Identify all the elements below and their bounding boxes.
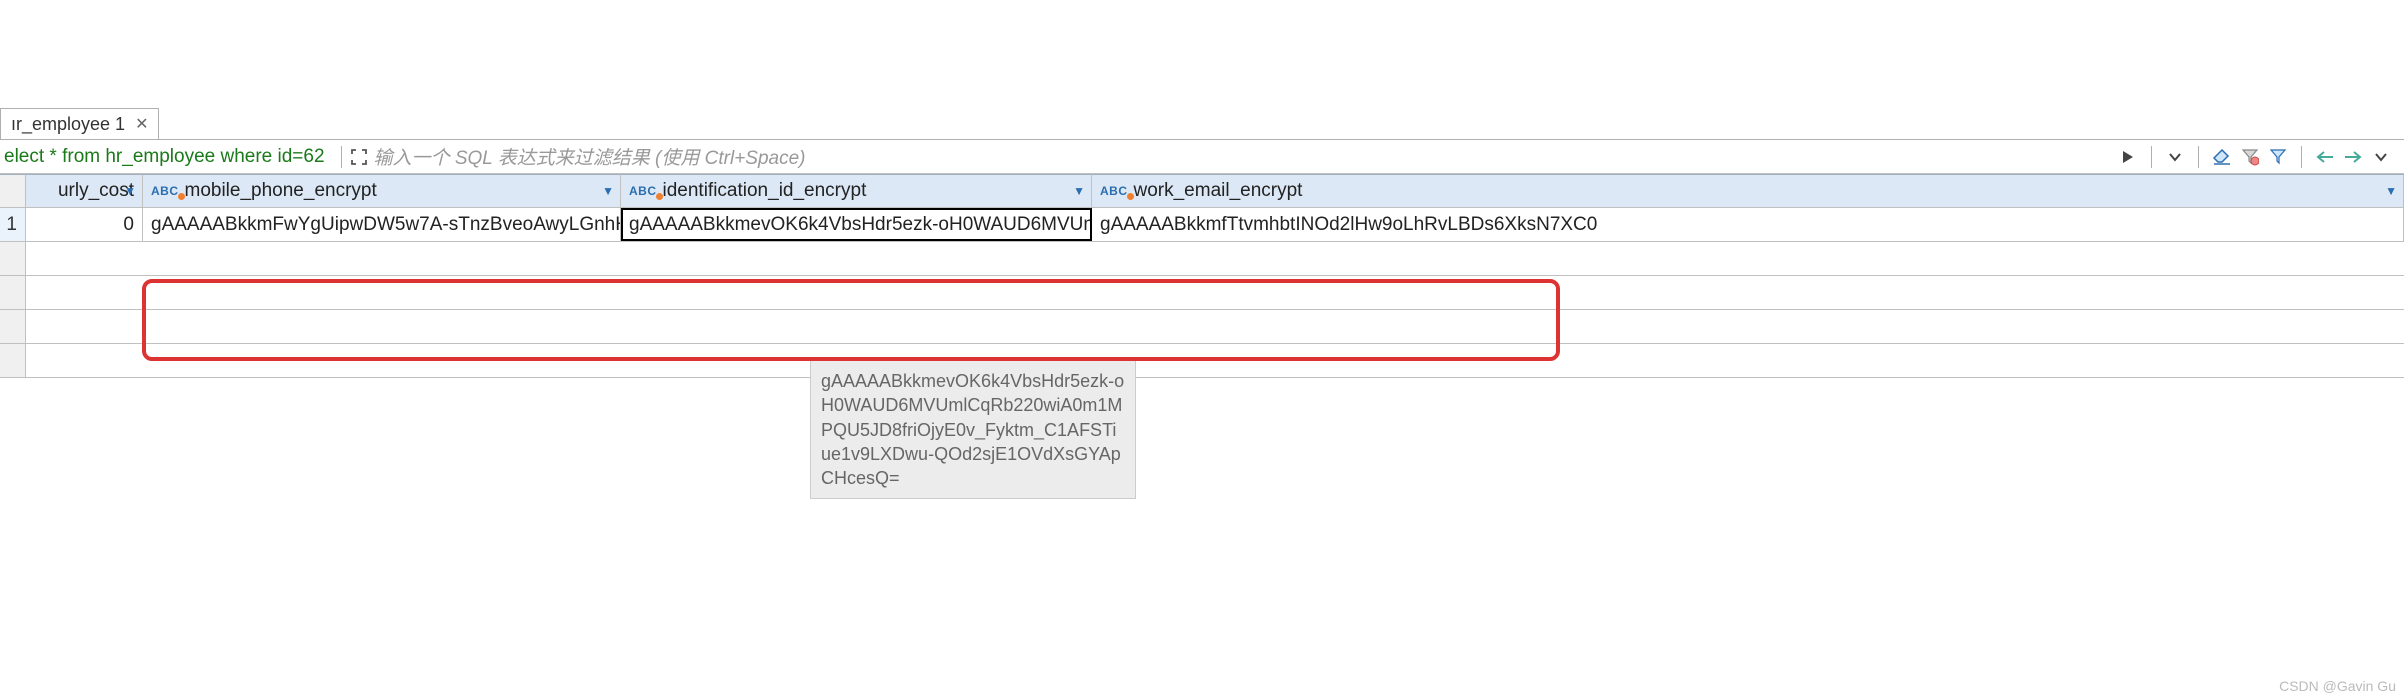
- cell-tooltip: gAAAAABkkmevOK6k4VbsHdr5ezk-oH0WAUD6MVUm…: [810, 360, 1136, 499]
- close-icon[interactable]: ✕: [135, 114, 148, 134]
- type-badge-icon: ABC: [629, 184, 657, 198]
- cell-email[interactable]: gAAAAABkkmfTtvmhbtINOd2lHw9oLhRvLBDs6Xks…: [1092, 208, 2404, 241]
- table-row[interactable]: 1 0 gAAAAABkkmFwYgUipwDW5w7A-sTnzBveoAwy…: [0, 208, 2404, 242]
- col-name: identification_id_encrypt: [663, 180, 867, 202]
- col-header-phone[interactable]: ABC mobile_phone_encrypt ▼: [143, 174, 621, 207]
- divider: [2198, 146, 2199, 168]
- col-header-ident[interactable]: ABC identification_id_encrypt ▼: [621, 174, 1092, 207]
- arrow-left-icon[interactable]: [2314, 146, 2336, 168]
- chevron-down-icon[interactable]: [2164, 146, 2186, 168]
- empty-row: [0, 344, 2404, 378]
- query-bar: elect * from hr_employee where id=62 输入一…: [0, 140, 2404, 174]
- rownum-header: [0, 174, 26, 207]
- empty-row: [0, 242, 2404, 276]
- col-label: urly_cost: [58, 180, 134, 202]
- empty-row: [0, 310, 2404, 344]
- col-label: ABC mobile_phone_encrypt: [151, 180, 377, 202]
- sort-icon[interactable]: ▼: [602, 184, 614, 198]
- toolbar-right: [2117, 146, 2392, 168]
- cell-ident[interactable]: gAAAAABkkmevOK6k4VbsHdr5ezk-oH0WAUD6MVUm…: [621, 208, 1092, 241]
- divider: [341, 146, 342, 168]
- filter-clear-icon[interactable]: [2239, 146, 2261, 168]
- result-tab[interactable]: ır_employee 1 ✕: [0, 108, 159, 139]
- col-name: mobile_phone_encrypt: [185, 180, 377, 202]
- watermark: CSDN @Gavin Gu: [2279, 678, 2396, 694]
- table-header-row: urly_cost ▼ ABC mobile_phone_encrypt ▼ A…: [0, 174, 2404, 208]
- sql-text: elect * from hr_employee where id=62: [4, 146, 325, 168]
- sort-icon[interactable]: ▼: [124, 184, 136, 198]
- empty-row: [0, 276, 2404, 310]
- divider: [2301, 146, 2302, 168]
- expand-icon[interactable]: [348, 146, 370, 168]
- col-name: work_email_encrypt: [1134, 180, 1303, 202]
- col-header-email[interactable]: ABC work_email_encrypt ▼: [1092, 174, 2404, 207]
- type-badge-icon: ABC: [151, 184, 179, 198]
- sort-icon[interactable]: ▼: [2385, 184, 2397, 198]
- filter-input[interactable]: 输入一个 SQL 表达式来过滤结果 (使用 Ctrl+Space): [370, 143, 2117, 170]
- filter-icon[interactable]: [2267, 146, 2289, 168]
- type-badge-icon: ABC: [1100, 184, 1128, 198]
- results-table: urly_cost ▼ ABC mobile_phone_encrypt ▼ A…: [0, 174, 2404, 378]
- col-label: ABC work_email_encrypt: [1100, 180, 1302, 202]
- tab-title: ır_employee 1: [11, 114, 125, 135]
- play-icon[interactable]: [2117, 146, 2139, 168]
- row-number: 1: [0, 208, 26, 241]
- arrow-right-icon[interactable]: [2342, 146, 2364, 168]
- cell-cost[interactable]: 0: [26, 208, 143, 241]
- tab-bar: ır_employee 1 ✕: [0, 108, 2404, 140]
- col-label: ABC identification_id_encrypt: [629, 180, 866, 202]
- chevron-down-icon[interactable]: [2370, 146, 2392, 168]
- sort-icon[interactable]: ▼: [1073, 184, 1085, 198]
- col-header-cost[interactable]: urly_cost ▼: [26, 174, 143, 207]
- eraser-icon[interactable]: [2211, 146, 2233, 168]
- divider: [2151, 146, 2152, 168]
- cell-phone[interactable]: gAAAAABkkmFwYgUipwDW5w7A-sTnzBveoAwyLGnh…: [143, 208, 621, 241]
